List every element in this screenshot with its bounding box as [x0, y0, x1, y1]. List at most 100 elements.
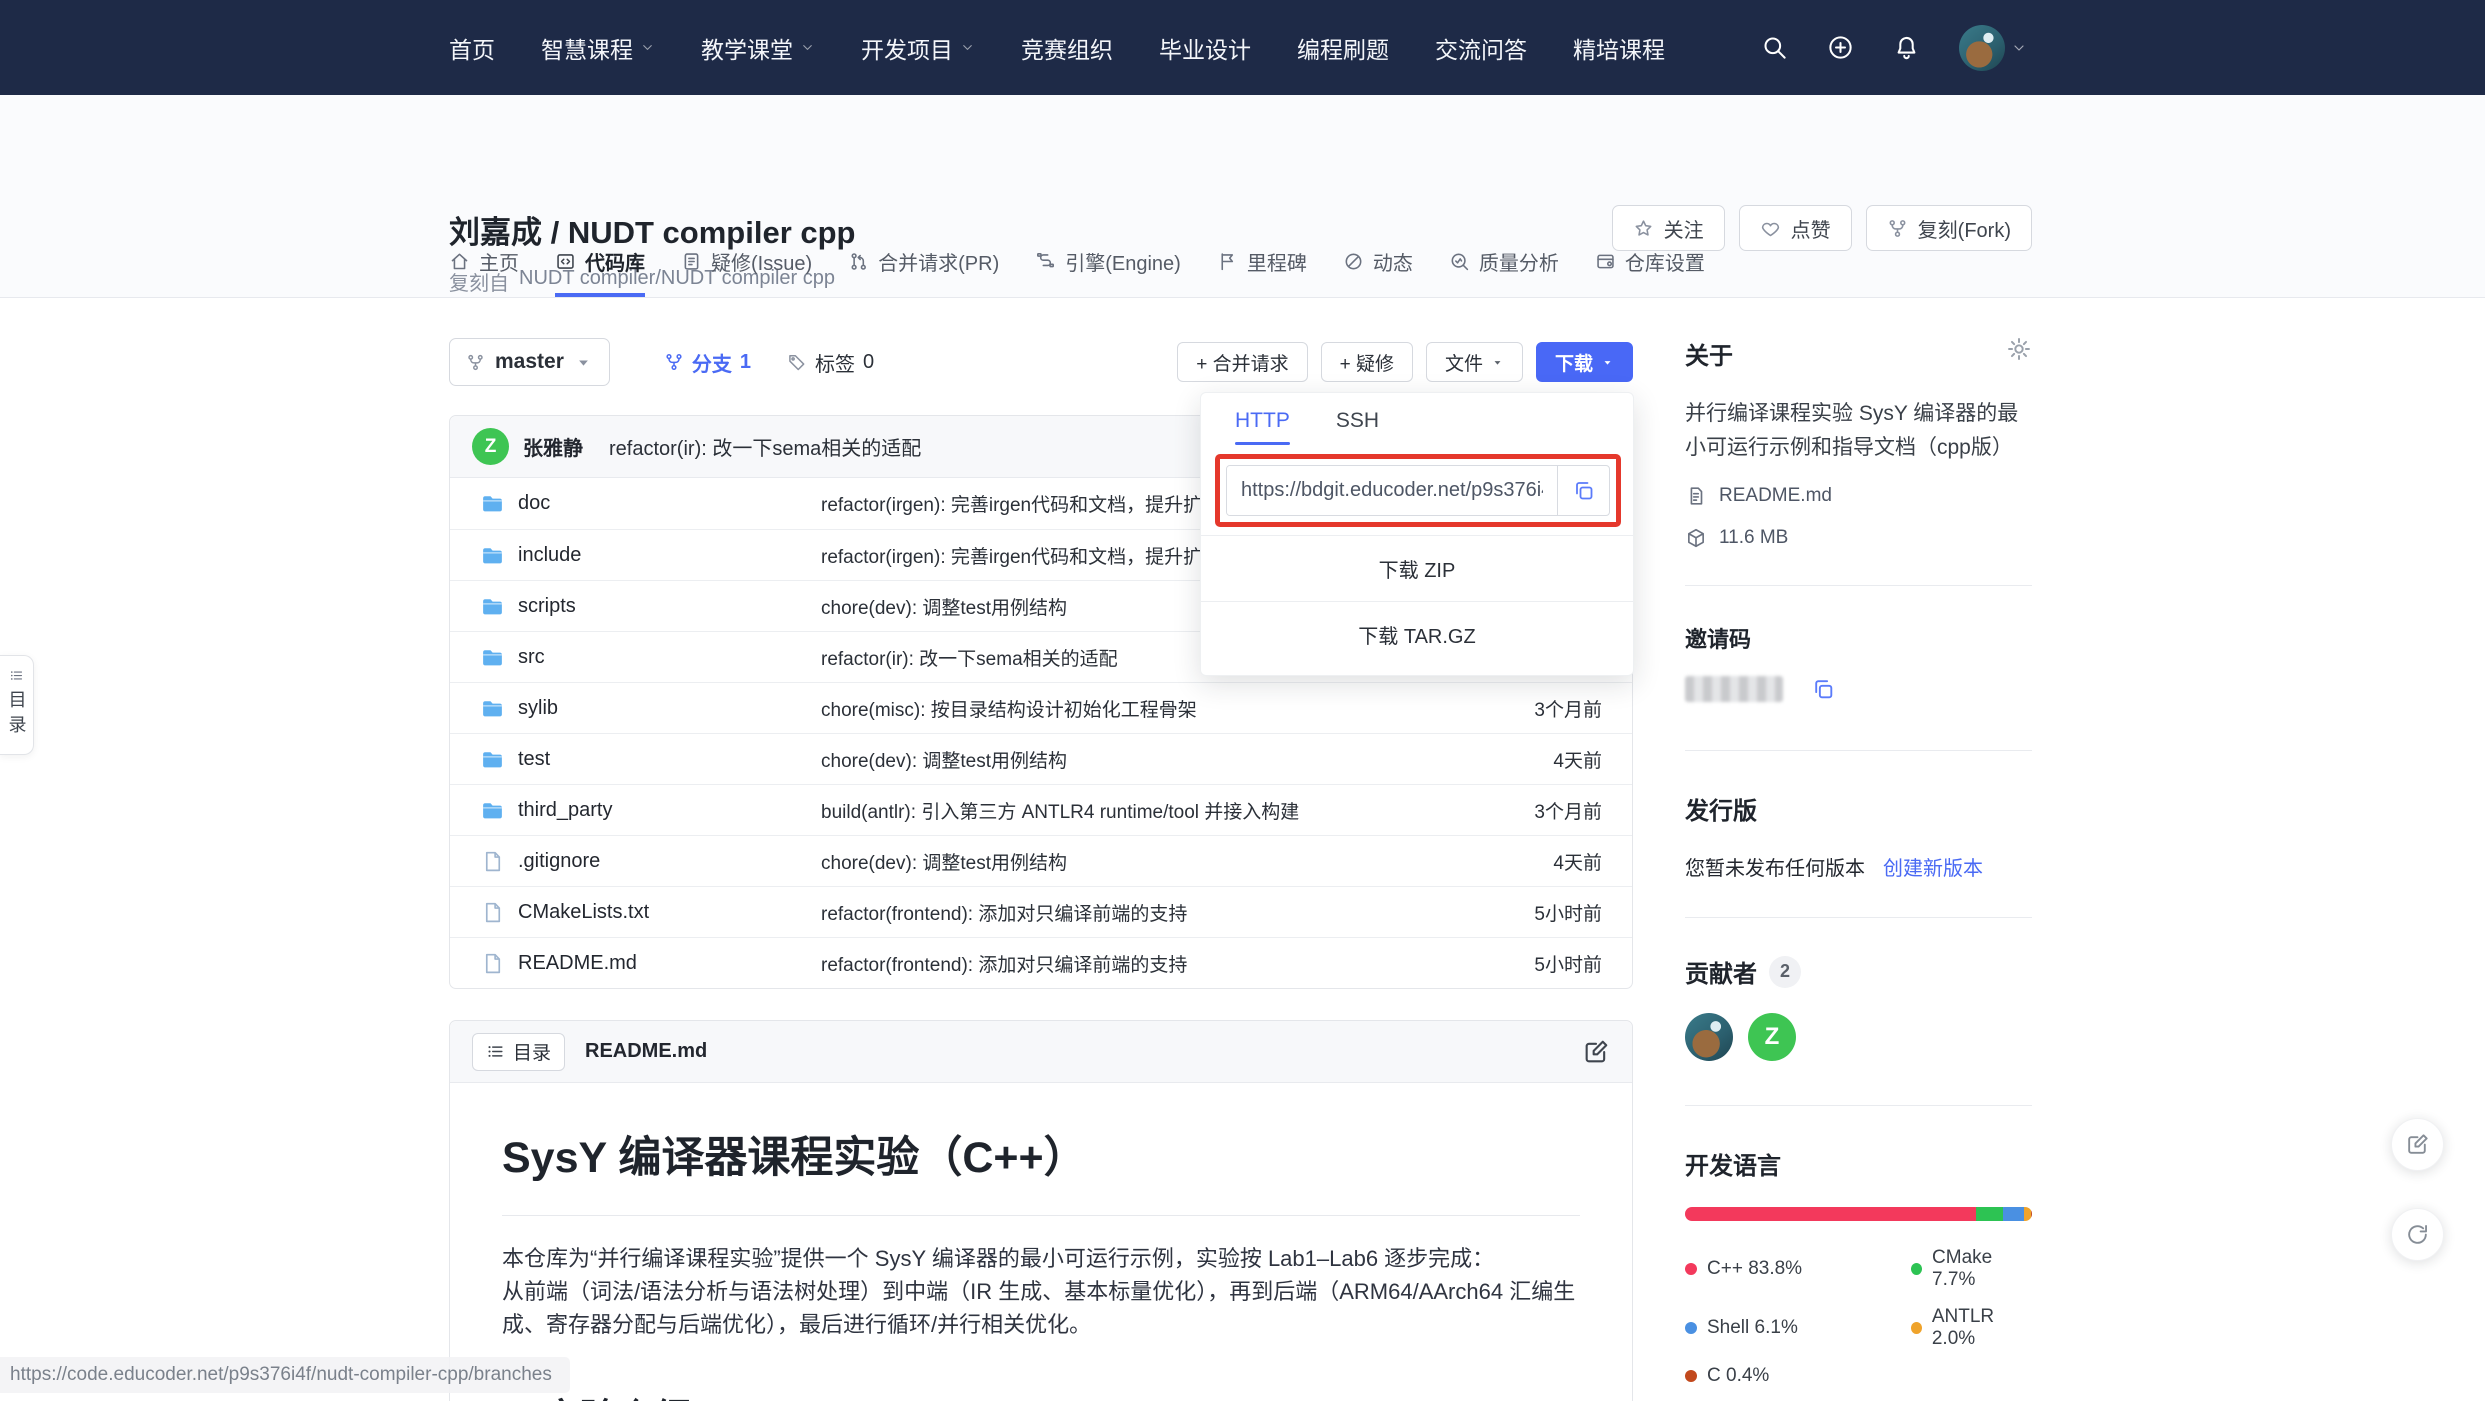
tab-疑修(Issue)[interactable]: 疑修(Issue): [681, 247, 812, 297]
nav-item[interactable]: 交流问答: [1435, 31, 1527, 65]
file-name-cell[interactable]: CMakeLists.txt: [480, 900, 795, 925]
commit-author-name[interactable]: 张雅静: [523, 432, 583, 461]
download-button[interactable]: 下载: [1536, 342, 1633, 382]
tab-里程碑[interactable]: 里程碑: [1217, 247, 1307, 297]
nav-item[interactable]: 首页: [449, 31, 495, 65]
copy-icon[interactable]: [1811, 677, 1836, 702]
language-dot: [1911, 1322, 1922, 1334]
caret-down-icon: [574, 353, 593, 372]
tab-代码库[interactable]: 代码库: [555, 247, 645, 297]
copy-url-button[interactable]: [1557, 466, 1609, 515]
menu-item-download-targz[interactable]: 下载 TAR.GZ: [1201, 601, 1633, 667]
user-avatar[interactable]: [1959, 25, 2005, 71]
files-label: 文件: [1445, 349, 1483, 376]
repo-title: 刘嘉成 / NUDT compiler cpp: [449, 207, 855, 252]
commit-author-avatar[interactable]: Z: [472, 428, 509, 465]
language-dot: [1685, 1370, 1697, 1382]
点赞-button[interactable]: 点赞: [1739, 205, 1852, 251]
nav-item-label: 毕业设计: [1159, 31, 1251, 65]
file-name-cell[interactable]: doc: [480, 491, 795, 516]
file-name: doc: [518, 492, 550, 515]
nav-item[interactable]: 教学课堂: [701, 31, 815, 65]
release-title: 发行版: [1685, 791, 2032, 826]
file-commit-message[interactable]: chore(dev): 调整test用例结构: [795, 848, 1553, 875]
file-name-cell[interactable]: .gitignore: [480, 849, 795, 874]
table-row[interactable]: third_partybuild(antlr): 引入第三方 ANTLR4 ru…: [450, 784, 1632, 835]
file-name-cell[interactable]: README.md: [480, 951, 795, 976]
download-tab-http[interactable]: HTTP: [1235, 409, 1290, 445]
create-release-link[interactable]: 创建新版本: [1883, 852, 1983, 881]
file-name-cell[interactable]: include: [480, 543, 795, 568]
feedback-float-button[interactable]: [2391, 1118, 2444, 1171]
file-name-cell[interactable]: src: [480, 645, 795, 670]
new-issue-label: + 疑修: [1340, 349, 1394, 376]
edit-readme-icon[interactable]: [1582, 1038, 1610, 1066]
tab-主页[interactable]: 主页: [449, 247, 519, 297]
tags-stat[interactable]: 标签 0: [787, 348, 874, 377]
nav-item[interactable]: 编程刷题: [1297, 31, 1389, 65]
folder-icon: [480, 491, 505, 516]
file-commit-message[interactable]: build(antlr): 引入第三方 ANTLR4 runtime/tool …: [795, 797, 1534, 824]
chevron-down-icon: [800, 40, 815, 55]
menu-item-download-zip[interactable]: 下载 ZIP: [1201, 535, 1633, 601]
chevron-down-icon[interactable]: [2011, 40, 2027, 56]
notifications-bell-icon[interactable]: [1893, 34, 1920, 61]
new-pr-button[interactable]: + 合并请求: [1177, 342, 1307, 382]
toc-float-label: 目录: [4, 690, 30, 740]
languages-title: 开发语言: [1685, 1146, 2032, 1181]
tab-质量分析[interactable]: 质量分析: [1449, 247, 1559, 297]
file-icon: [480, 900, 505, 925]
contributor-avatar[interactable]: Z: [1748, 1013, 1796, 1061]
nav-item[interactable]: 毕业设计: [1159, 31, 1251, 65]
nav-item[interactable]: 开发项目: [861, 31, 975, 65]
readme-content: SysY 编译器课程实验（C++） 本仓库为“并行编译课程实验”提供一个 Sys…: [450, 1083, 1632, 1401]
folder-icon: [480, 747, 505, 772]
clone-url-input[interactable]: [1227, 466, 1557, 515]
files-button[interactable]: 文件: [1426, 342, 1523, 382]
table-row[interactable]: testchore(dev): 调整test用例结构4天前: [450, 733, 1632, 784]
tab-label: 动态: [1373, 247, 1413, 276]
contributor-avatar[interactable]: [1685, 1013, 1733, 1061]
toc-float-button[interactable]: 目录: [0, 655, 34, 755]
table-row[interactable]: README.mdrefactor(frontend): 添加对只编译前端的支持…: [450, 937, 1632, 988]
gear-icon[interactable]: [2006, 336, 2032, 362]
table-row[interactable]: .gitignorechore(dev): 调整test用例结构4天前: [450, 835, 1632, 886]
language-legend-item: C 0.4%: [1685, 1365, 1911, 1387]
table-row[interactable]: CMakeLists.txt refactor(frontend): 添加对只编译…: [450, 886, 1632, 937]
file-commit-message[interactable]: chore(misc): 按目录结构设计初始化工程骨架: [795, 695, 1534, 722]
language-bar-segment-ANTLR: [2024, 1207, 2031, 1221]
readme-link-row[interactable]: README.md: [1685, 485, 2032, 507]
file-commit-message[interactable]: refactor(frontend): 添加对只编译前端的支持: [795, 899, 1534, 926]
file-commit-message[interactable]: chore(dev): 调整test用例结构: [795, 746, 1553, 773]
file-commit-time: 4天前: [1553, 848, 1602, 875]
nav-item[interactable]: 精培课程: [1573, 31, 1665, 65]
file-name-cell[interactable]: third_party: [480, 798, 795, 823]
download-tab-ssh[interactable]: SSH: [1336, 409, 1379, 445]
new-issue-button[interactable]: + 疑修: [1321, 342, 1413, 382]
nav-item[interactable]: 智慧课程: [541, 31, 655, 65]
tab-仓库设置[interactable]: 仓库设置: [1595, 247, 1705, 297]
file-name-cell[interactable]: scripts: [480, 594, 795, 619]
clone-url-field: [1226, 465, 1610, 516]
file-name-cell[interactable]: sylib: [480, 696, 795, 721]
commit-message[interactable]: refactor(ir): 改一下sema相关的适配: [609, 432, 921, 461]
branch-selector[interactable]: master: [449, 338, 610, 386]
tab-引擎(Engine)[interactable]: 引擎(Engine): [1035, 247, 1181, 297]
table-row[interactable]: sylibchore(misc): 按目录结构设计初始化工程骨架3个月前: [450, 682, 1632, 733]
toc-button[interactable]: 目录: [472, 1033, 565, 1071]
tab-label: 仓库设置: [1625, 247, 1705, 276]
file-name-cell[interactable]: test: [480, 747, 795, 772]
search-icon[interactable]: [1761, 34, 1788, 61]
file-commit-message[interactable]: refactor(frontend): 添加对只编译前端的支持: [795, 950, 1534, 977]
create-plus-icon[interactable]: [1827, 34, 1854, 61]
file-name: CMakeLists.txt: [518, 901, 649, 924]
branches-stat[interactable]: 分支 1: [664, 348, 751, 377]
nav-item[interactable]: 竞赛组织: [1021, 31, 1113, 65]
tab-动态[interactable]: 动态: [1343, 247, 1413, 297]
复刻(Fork)-button[interactable]: 复刻(Fork): [1866, 205, 2032, 251]
nav-item-label: 编程刷题: [1297, 31, 1389, 65]
关注-button[interactable]: 关注: [1612, 205, 1725, 251]
tab-合并请求(PR)[interactable]: 合并请求(PR): [848, 247, 999, 297]
refresh-float-button[interactable]: [2391, 1208, 2444, 1261]
tab-label: 合并请求(PR): [878, 247, 999, 276]
